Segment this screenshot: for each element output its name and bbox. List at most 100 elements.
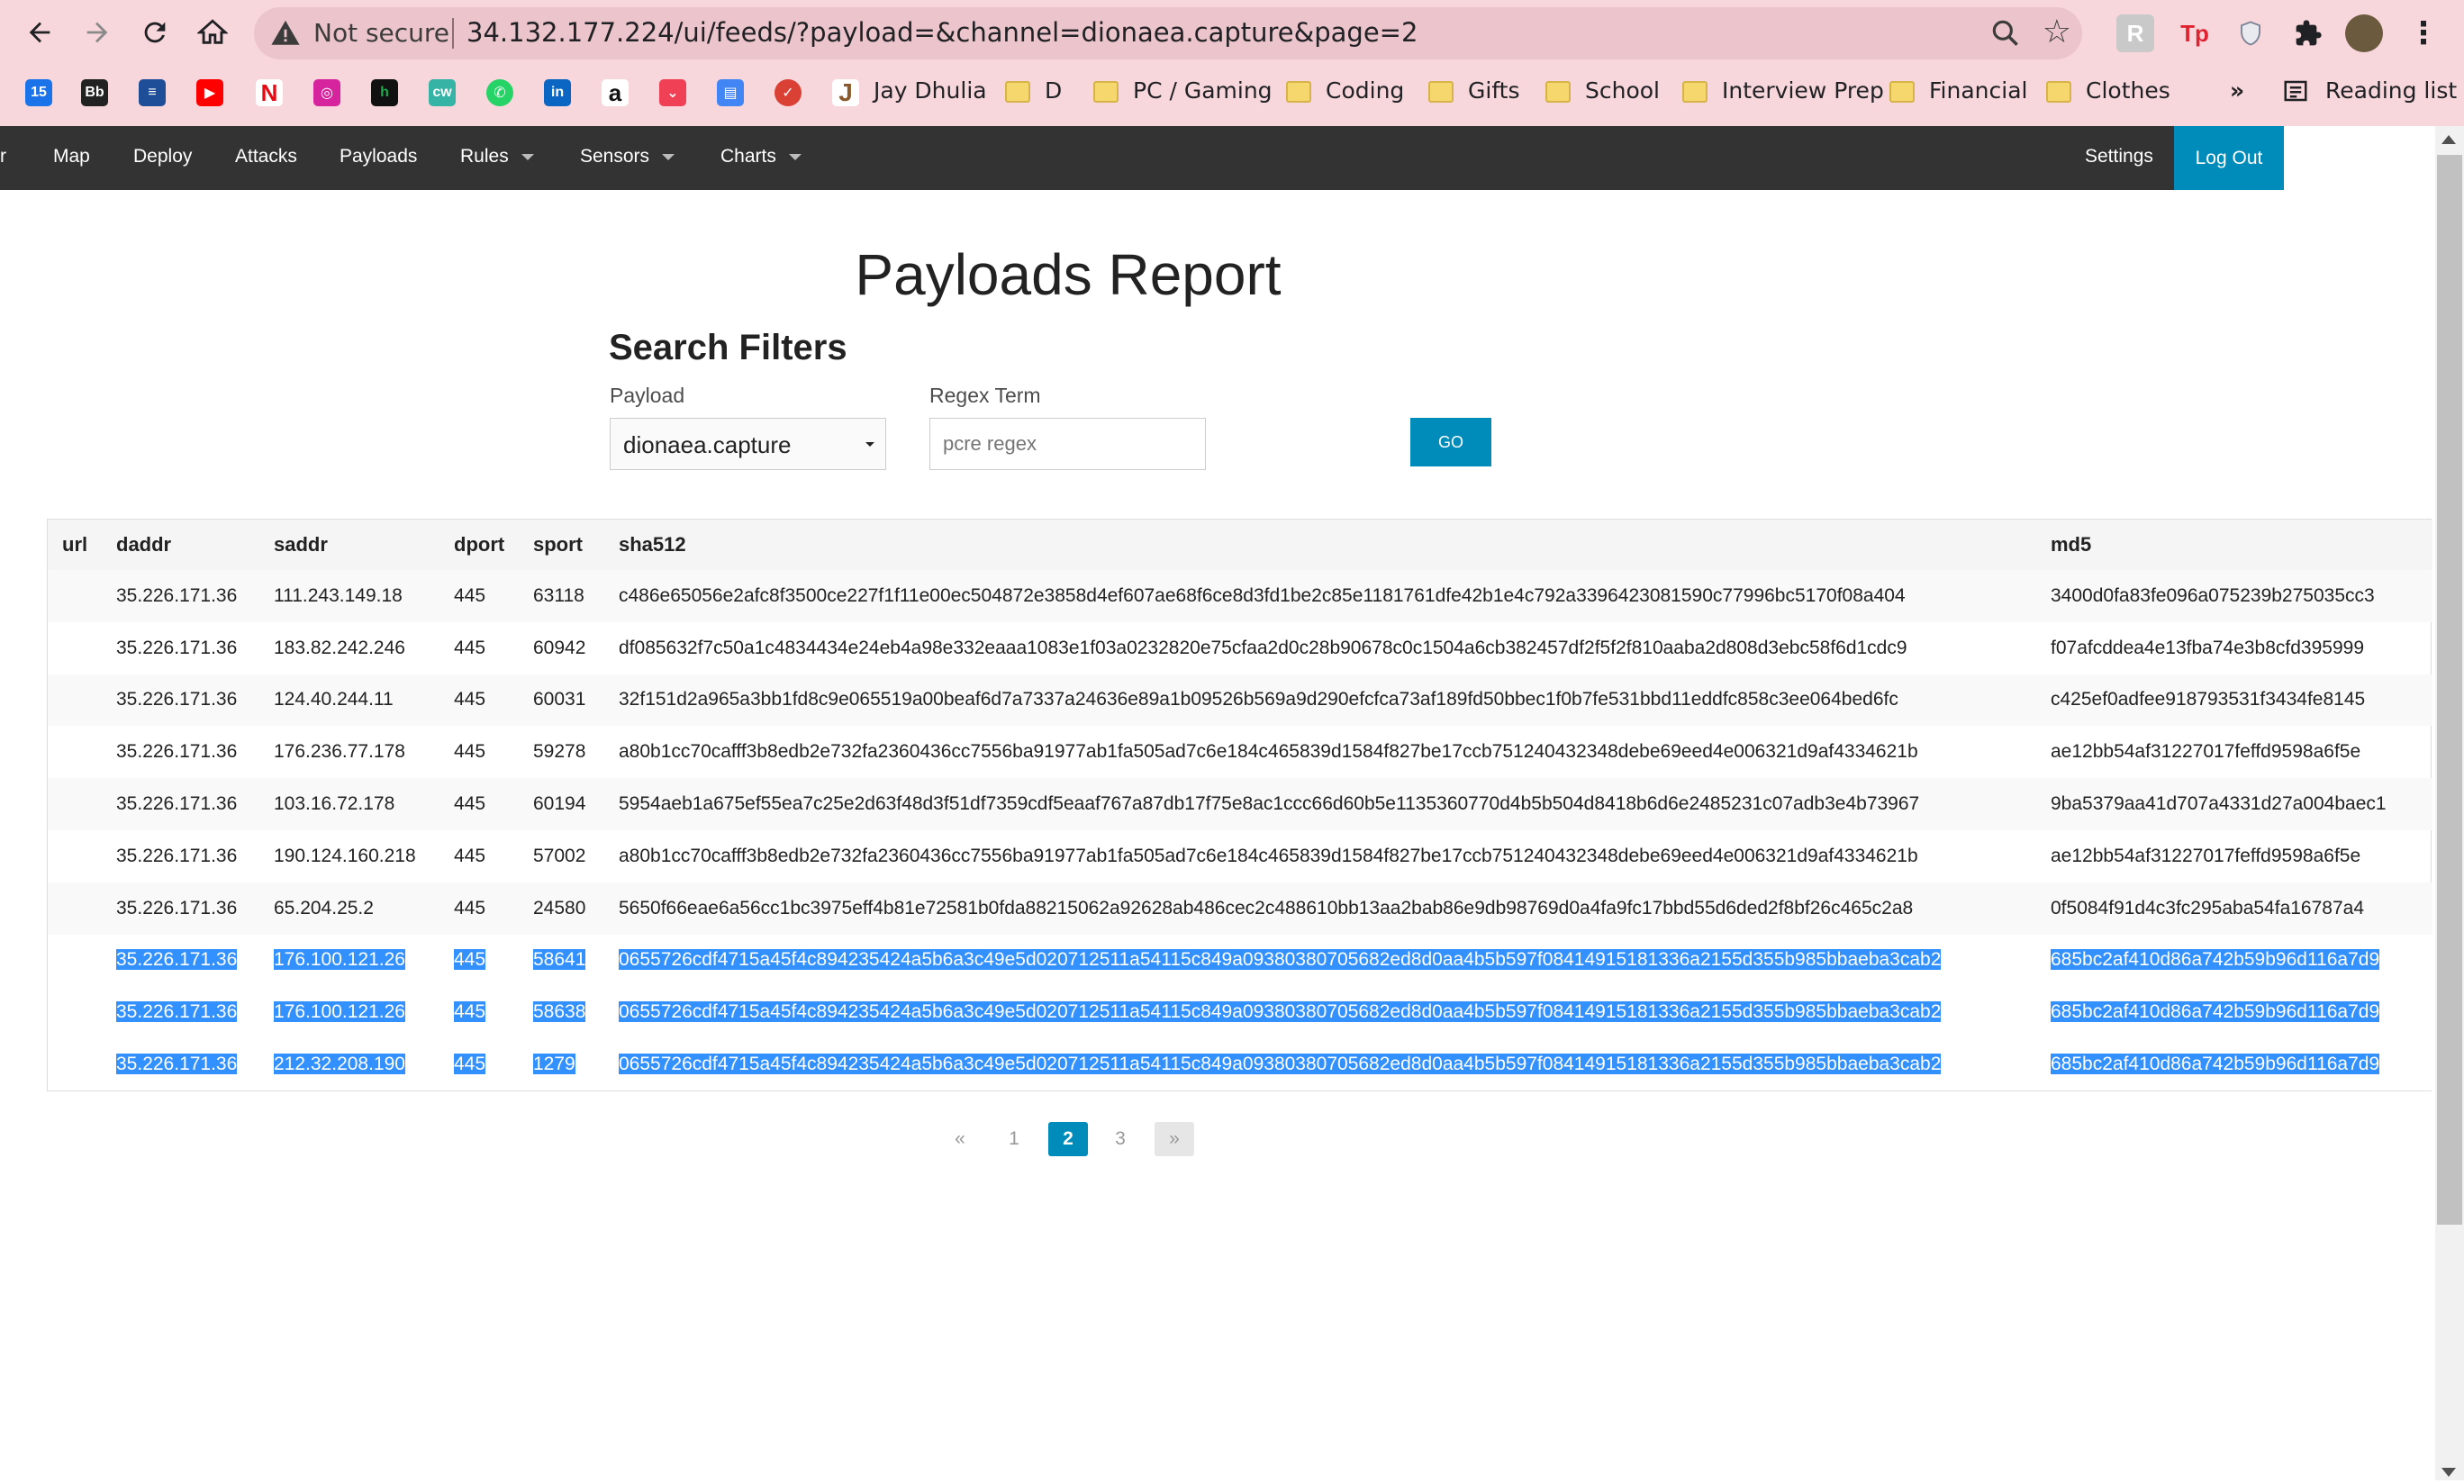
nav-payloads[interactable]: Payloads <box>340 146 417 167</box>
table-row[interactable]: 35.226.171.36 111.243.149.18 445 63118 c486e… <box>48 570 2432 622</box>
cell-dport: 445 <box>439 1038 519 1090</box>
bookmarks-overflow-button[interactable]: » <box>2230 77 2244 104</box>
bookmark-jay-dhulia[interactable]: Jay Dhulia <box>874 77 987 104</box>
extension-shield-icon[interactable] <box>2232 14 2269 52</box>
pagination-page-1[interactable]: 1 <box>998 1122 1030 1156</box>
nav-sensors-dropdown[interactable]: Sensors <box>580 146 675 167</box>
bookmark-folder-coding[interactable]: Coding <box>1326 77 1404 104</box>
cell-saddr-text: 176.236.77.178 <box>274 741 405 763</box>
pocket-icon[interactable]: ⌄ <box>659 79 686 106</box>
whatsapp-icon[interactable]: ✆ <box>486 79 513 106</box>
column-header-sha512[interactable]: sha512 <box>604 520 2036 570</box>
browser-menu-icon[interactable]: ⋮ <box>2405 14 2442 52</box>
url-text[interactable]: 34.132.177.224/ui/feeds/?payload=&channe… <box>467 17 1418 48</box>
cell-sport-text: 63118 <box>533 584 584 606</box>
payload-select[interactable]: dionaea.capture <box>610 418 886 470</box>
bookmarks-bar: 15 Bb ≡ ▶ N ◎ h cw ✆ in a ⌄ ▤ ✓ J Jay Dh… <box>0 72 2464 112</box>
youtube-icon[interactable]: ▶ <box>196 79 223 106</box>
hackerrank-icon[interactable]: h <box>371 79 398 106</box>
brand-link[interactable]: r <box>0 146 6 167</box>
nav-map[interactable]: Map <box>53 146 90 167</box>
bookmark-folder-clothes[interactable]: Clothes <box>2086 77 2170 104</box>
chevron-down-icon <box>788 153 802 160</box>
shopping-bag-icon[interactable]: ▤ <box>717 79 744 106</box>
scroll-down-arrow-icon[interactable] <box>2441 1468 2456 1477</box>
table-row[interactable]: 35.226.171.36 212.32.208.190 445 1279 065572… <box>48 1038 2432 1090</box>
reload-icon[interactable] <box>131 9 178 56</box>
cell-sport: 59278 <box>519 726 604 778</box>
payloads-table: url daddr saddr dport sport sha512 md5 3… <box>48 520 2432 1090</box>
library-icon[interactable]: ≡ <box>139 79 166 106</box>
cell-sport-text: 60194 <box>533 793 586 815</box>
cell-sha512: 0655726cdf4715a45f4c894235424a5b6a3c49e5… <box>604 934 2036 987</box>
pagination-page-3[interactable]: 3 <box>1104 1122 1137 1156</box>
zoom-icon[interactable] <box>1988 16 2023 50</box>
forward-icon[interactable] <box>74 9 121 56</box>
cell-md5: 0f5084f91d4c3fc295aba54fa16787a4 <box>2036 882 2432 935</box>
scrollbar-thumb[interactable] <box>2437 155 2462 1225</box>
reading-list-icon[interactable] <box>2282 77 2311 106</box>
go-button[interactable]: GO <box>1410 418 1491 466</box>
payload-select-value: dionaea.capture <box>623 431 792 458</box>
bookmark-folder-interview-prep[interactable]: Interview Prep <box>1722 77 1884 104</box>
cell-saddr: 212.32.208.190 <box>259 1038 439 1090</box>
warning-icon[interactable] <box>270 18 301 49</box>
column-header-md5[interactable]: md5 <box>2036 520 2432 570</box>
scroll-up-arrow-icon[interactable] <box>2441 135 2456 144</box>
cell-md5-text: 685bc2af410d86a742b59b96d116a7d9 <box>2051 949 2380 971</box>
cell-sport-text: 59278 <box>533 741 586 763</box>
address-bar[interactable]: Not secure 34.132.177.224/ui/feeds/?payl… <box>254 7 2082 59</box>
extension-tp-icon[interactable]: Tp <box>2176 14 2214 52</box>
table-row[interactable]: 35.226.171.36 103.16.72.178 445 60194 5954ae… <box>48 778 2432 830</box>
table-row[interactable]: 35.226.171.36 124.40.244.11 445 60031 32f151… <box>48 674 2432 727</box>
table-row[interactable]: 35.226.171.36 176.100.121.26 445 58641 06557… <box>48 934 2432 987</box>
table-row[interactable]: 35.226.171.36 176.236.77.178 445 59278 a80b1… <box>48 726 2432 778</box>
table-row[interactable]: 35.226.171.36 176.100.121.26 445 58638 06557… <box>48 986 2432 1039</box>
column-header-saddr[interactable]: saddr <box>259 520 439 570</box>
bookmark-folder-gifts[interactable]: Gifts <box>1468 77 1520 104</box>
cw-icon[interactable]: cw <box>429 79 456 106</box>
reading-list-button[interactable]: Reading list <box>2325 77 2457 104</box>
netflix-icon[interactable]: N <box>256 79 283 106</box>
home-icon[interactable] <box>189 9 236 56</box>
amazon-icon[interactable]: a <box>602 79 629 106</box>
cell-sport: 57002 <box>519 830 604 882</box>
column-header-dport[interactable]: dport <box>439 520 519 570</box>
cell-dport-text: 445 <box>454 637 486 658</box>
nav-attacks[interactable]: Attacks <box>235 146 297 167</box>
instagram-icon[interactable]: ◎ <box>313 79 340 106</box>
calendar-icon[interactable]: 15 <box>25 79 52 106</box>
column-header-daddr[interactable]: daddr <box>102 520 259 570</box>
bookmark-star-icon[interactable]: ☆ <box>2043 13 2071 50</box>
table-row[interactable]: 35.226.171.36 65.204.25.2 445 24580 5650f66e… <box>48 882 2432 935</box>
bookmark-folder-school[interactable]: School <box>1585 77 1660 104</box>
pagination-prev[interactable]: « <box>944 1122 976 1156</box>
regex-term-input[interactable] <box>929 418 1206 470</box>
nav-charts-dropdown[interactable]: Charts <box>720 146 802 167</box>
chevron-down-icon <box>521 153 534 160</box>
column-header-sport[interactable]: sport <box>519 520 604 570</box>
back-icon[interactable] <box>16 9 63 56</box>
jay-dhulia-icon[interactable]: J <box>832 78 859 106</box>
blackboard-icon[interactable]: Bb <box>81 79 108 106</box>
nav-deploy[interactable]: Deploy <box>133 146 192 167</box>
bookmark-folder-financial[interactable]: Financial <box>1929 77 2027 104</box>
cell-dport: 445 <box>439 570 519 622</box>
nav-settings[interactable]: Settings <box>2085 146 2153 167</box>
todoist-icon[interactable]: ✓ <box>775 79 802 106</box>
table-row[interactable]: 35.226.171.36 190.124.160.218 445 57002 a80b… <box>48 830 2432 882</box>
nav-rules-dropdown[interactable]: Rules <box>460 146 534 167</box>
security-status[interactable]: Not secure <box>313 18 449 48</box>
pagination-page-2-current[interactable]: 2 <box>1048 1122 1088 1156</box>
table-row[interactable]: 35.226.171.36 183.82.242.246 445 60942 df085… <box>48 622 2432 674</box>
column-header-url[interactable]: url <box>48 520 102 570</box>
extension-rakuten-icon[interactable]: R <box>2116 14 2154 52</box>
linkedin-icon[interactable]: in <box>544 79 571 106</box>
logout-button[interactable]: Log Out <box>2174 126 2284 190</box>
cell-url <box>48 882 102 935</box>
extensions-puzzle-icon[interactable] <box>2289 14 2327 52</box>
pagination-next[interactable]: » <box>1155 1122 1194 1156</box>
bookmark-folder-pc-gaming[interactable]: PC / Gaming <box>1133 77 1273 104</box>
bookmark-folder-d[interactable]: D <box>1045 77 1062 104</box>
profile-avatar[interactable] <box>2345 14 2383 52</box>
